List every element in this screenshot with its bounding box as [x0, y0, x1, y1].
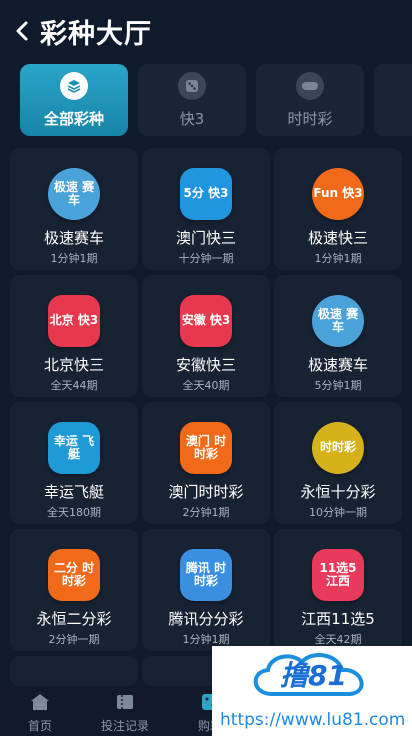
home-icon: [31, 694, 49, 710]
game-name: 幸运飞艇: [43, 483, 104, 501]
game-card[interactable]: 11选5 江西 江西11选5 全天42期: [274, 529, 402, 651]
game-card[interactable]: 安徽 快3 安徽快三 全天40期: [142, 275, 270, 397]
game-name: 腾讯分分彩: [168, 610, 244, 628]
game-name: 澳门快三: [175, 229, 236, 247]
game-logo-icon: 11选5 江西: [312, 549, 364, 601]
game-schedule: 全天42期: [314, 633, 362, 646]
game-card[interactable]: 北京 快3 北京快三 全天44期: [10, 275, 138, 397]
game-card-partial[interactable]: [10, 656, 138, 686]
game-card[interactable]: 澳门 时时彩 澳门时时彩 2分钟1期: [142, 402, 270, 524]
game-name: 永恒十分彩: [300, 483, 376, 501]
game-schedule: 1分钟1期: [50, 252, 98, 265]
back-arrow-icon[interactable]: [4, 0, 40, 62]
nav-label: 首页: [27, 719, 52, 733]
watermark-overlay: 撸81 https://www.lu81.com: [212, 646, 412, 736]
game-schedule: 1分钟1期: [182, 633, 230, 646]
game-logo-icon: 时时彩: [312, 422, 364, 474]
game-schedule: 十分钟一期: [178, 252, 234, 265]
game-logo-icon: 5分 快3: [180, 168, 232, 220]
tab-k[interactable]: 快: [374, 64, 412, 136]
nav-bet-records[interactable]: 投注记录: [85, 686, 165, 736]
game-card[interactable]: 极速 赛车 极速赛车 1分钟1期: [10, 148, 138, 270]
game-schedule: 全天44期: [50, 379, 98, 392]
game-schedule: 全天40期: [182, 379, 230, 392]
watermark-logo: 撸81: [280, 659, 347, 692]
game-card[interactable]: 幸运 飞艇 幸运飞艇 全天180期: [10, 402, 138, 524]
game-schedule: 5分钟1期: [314, 379, 362, 392]
nav-label: 投注记录: [100, 719, 149, 733]
game-logo-icon: 极速 赛车: [312, 295, 364, 347]
game-logo-icon: 幸运 飞艇: [48, 422, 100, 474]
game-logo-icon: 二分 时时彩: [48, 549, 100, 601]
game-name: 极速快三: [307, 229, 368, 247]
game-schedule: 全天180期: [47, 506, 101, 519]
game-card[interactable]: Fun 快3 极速快三 1分钟1期: [274, 148, 402, 270]
game-card[interactable]: 二分 时时彩 永恒二分彩 2分钟一期: [10, 529, 138, 651]
game-logo-icon: 澳门 时时彩: [180, 422, 232, 474]
game-schedule: 1分钟1期: [314, 252, 362, 265]
layers-icon: [60, 71, 88, 100]
tab-k3[interactable]: 快3: [138, 64, 246, 136]
game-card[interactable]: 时时彩 永恒十分彩 10分钟一期: [274, 402, 402, 524]
header: 彩种大厅: [0, 0, 412, 62]
game-name: 安徽快三: [175, 356, 236, 374]
tab-all-games[interactable]: 全部彩种: [20, 64, 128, 136]
game-logo-icon: Fun 快3: [312, 168, 364, 220]
game-name: 永恒二分彩: [36, 610, 112, 628]
tab-label: 快3: [179, 109, 205, 128]
nav-home[interactable]: 首页: [0, 686, 80, 736]
game-logo-icon: 腾讯 时时彩: [180, 549, 232, 601]
game-logo-icon: 极速 赛车: [48, 168, 100, 220]
dice-icon: [178, 71, 206, 100]
tab-label: 时时彩: [287, 109, 333, 128]
game-name: 北京快三: [43, 356, 104, 374]
page-title: 彩种大厅: [40, 18, 152, 50]
game-card[interactable]: 腾讯 时时彩 腾讯分分彩 1分钟1期: [142, 529, 270, 651]
game-logo-icon: 安徽 快3: [180, 295, 232, 347]
game-schedule: 2分钟一期: [48, 633, 100, 646]
game-schedule: 2分钟1期: [182, 506, 230, 519]
tab-label: 全部彩种: [43, 109, 104, 128]
game-card[interactable]: 极速 赛车 极速赛车 5分钟1期: [274, 275, 402, 397]
game-name: 极速赛车: [43, 229, 104, 247]
ssc-icon: [296, 71, 324, 100]
category-tabs: 全部彩种 快3 时时彩 快: [20, 64, 412, 138]
game-schedule: 10分钟一期: [309, 506, 367, 519]
game-name: 澳门时时彩: [168, 483, 244, 501]
game-name: 江西11选5: [301, 610, 375, 628]
watermark-url: https://www.lu81.com: [220, 710, 406, 730]
game-name: 极速赛车: [307, 356, 368, 374]
game-card[interactable]: 5分 快3 澳门快三 十分钟一期: [142, 148, 270, 270]
tab-ssc[interactable]: 时时彩: [256, 64, 364, 136]
ticket-icon: [117, 695, 133, 709]
game-logo-icon: 北京 快3: [48, 295, 100, 347]
